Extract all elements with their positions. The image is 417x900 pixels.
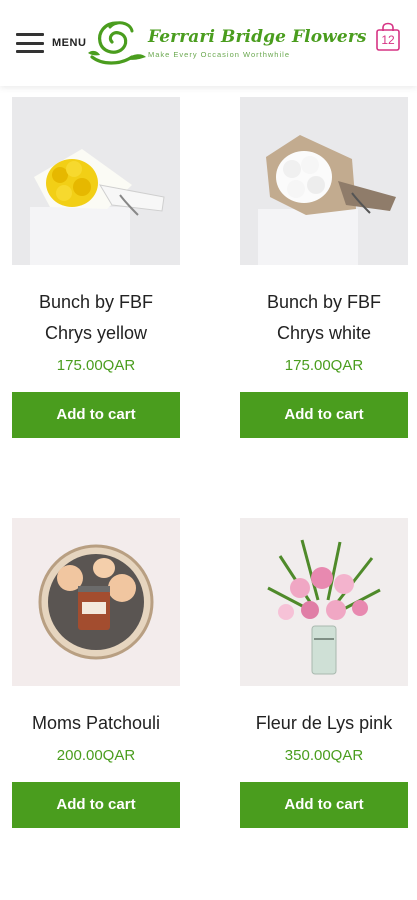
product-card: Fleur de Lys pink 350.00QAR Add to cart xyxy=(240,518,408,828)
product-card: Moms Patchouli 200.00QAR Add to cart xyxy=(12,518,180,828)
site-logo[interactable]: Ferrari Bridge Flowers Make Every Occasi… xyxy=(86,16,366,70)
product-image-yellow-bouquet[interactable] xyxy=(12,97,180,265)
product-name[interactable]: Bunch by FBF Chrys white xyxy=(240,287,408,349)
product-price: 175.00QAR xyxy=(56,357,136,374)
site-header: MENU Ferrari Bridge Flowers Make Every O… xyxy=(0,0,417,86)
add-to-cart-button[interactable]: Add to cart xyxy=(240,782,408,828)
hamburger-icon xyxy=(16,33,44,53)
product-price: 175.00QAR xyxy=(284,357,364,374)
logo-tagline: Make Every Occasion Worthwhile xyxy=(148,50,290,59)
add-to-cart-button[interactable]: Add to cart xyxy=(240,392,408,438)
product-price: 200.00QAR xyxy=(56,747,136,764)
product-card: Bunch by FBF Chrys white 175.00QAR Add t… xyxy=(240,97,408,438)
menu-button[interactable]: MENU xyxy=(16,30,86,56)
cart-button[interactable]: 12 xyxy=(375,22,401,52)
product-price: 350.00QAR xyxy=(284,747,364,764)
product-card: Bunch by FBF Chrys yellow 175.00QAR Add … xyxy=(12,97,180,438)
product-name[interactable]: Fleur de Lys pink xyxy=(240,708,408,739)
logo-title: Ferrari Bridge Flowers xyxy=(148,27,367,47)
rose-logo-icon xyxy=(88,21,146,65)
product-image-pink-lily-vase[interactable] xyxy=(240,518,408,686)
add-to-cart-button[interactable]: Add to cart xyxy=(12,782,180,828)
menu-label: MENU xyxy=(52,37,87,49)
product-name[interactable]: Bunch by FBF Chrys yellow xyxy=(12,287,180,349)
cart-count-badge: 12 xyxy=(381,33,395,47)
add-to-cart-button[interactable]: Add to cart xyxy=(12,392,180,438)
product-image-white-bouquet[interactable] xyxy=(240,97,408,265)
product-image-roses-candle-box[interactable] xyxy=(12,518,180,686)
product-name[interactable]: Moms Patchouli xyxy=(12,708,180,739)
